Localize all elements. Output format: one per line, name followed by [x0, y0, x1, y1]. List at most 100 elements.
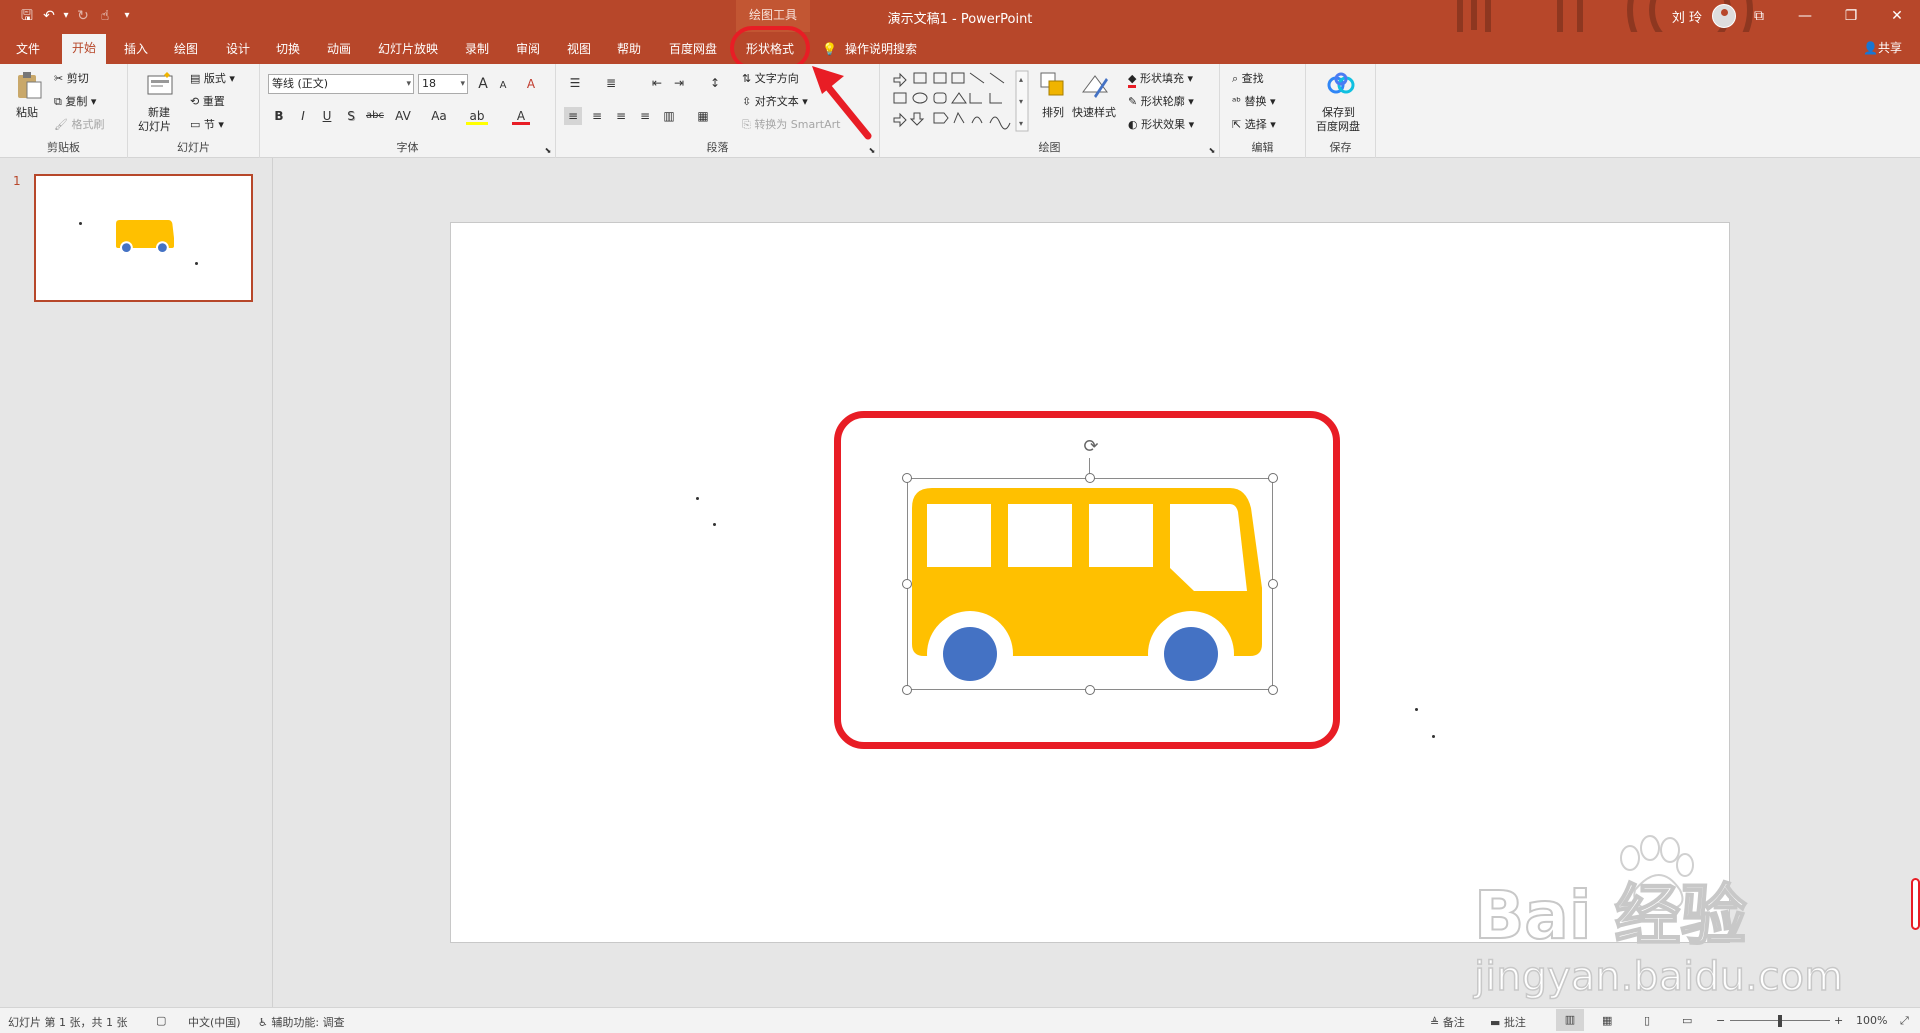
tab-design[interactable]: 设计	[226, 40, 250, 62]
change-case-icon[interactable]: Aa	[426, 107, 452, 125]
shape-outline-button[interactable]: ✎ 形状轮廓 ▾	[1128, 93, 1194, 109]
tab-slideshow[interactable]: 幻灯片放映	[378, 40, 438, 62]
arrange-button[interactable]: 排列	[1042, 104, 1064, 120]
resize-handle-top-left[interactable]	[902, 473, 912, 483]
highlight-color-icon[interactable]: ab	[466, 107, 488, 125]
tab-transitions[interactable]: 切换	[276, 40, 300, 62]
tab-home[interactable]: 开始	[62, 34, 107, 64]
tab-review[interactable]: 审阅	[516, 40, 540, 62]
save-to-line2[interactable]: 百度网盘	[1316, 118, 1360, 134]
section-button[interactable]: ▭ 节 ▾	[190, 116, 224, 132]
restore-icon[interactable]: ❐	[1828, 0, 1874, 32]
resize-handle-right[interactable]	[1268, 579, 1278, 589]
font-name-combo[interactable]: 等线 (正文)	[268, 74, 414, 94]
font-dialog-launcher-icon[interactable]: ⬊	[543, 146, 553, 156]
resize-handle-bottom[interactable]	[1085, 685, 1095, 695]
tab-draw[interactable]: 绘图	[174, 40, 198, 62]
new-slide-line2[interactable]: 幻灯片	[138, 118, 171, 134]
justify-icon[interactable]: ≡	[636, 107, 654, 125]
avatar[interactable]	[1712, 4, 1736, 28]
text-shadow-icon[interactable]: S	[342, 107, 360, 125]
align-center-icon[interactable]: ≡	[588, 107, 606, 125]
slide-thumbnail[interactable]	[34, 174, 253, 302]
format-painter-button[interactable]: 🖌 格式刷	[54, 116, 104, 132]
spell-check-icon[interactable]: ▢	[156, 1014, 166, 1027]
zoom-level[interactable]: 100%	[1856, 1014, 1887, 1027]
undo-icon[interactable]: ↶	[40, 7, 58, 25]
resize-handle-bottom-right[interactable]	[1268, 685, 1278, 695]
reading-view-icon[interactable]: ▯	[1644, 1014, 1650, 1027]
fit-to-window-icon[interactable]: ⤢	[1900, 1014, 1909, 1028]
drawing-dialog-launcher-icon[interactable]: ⬊	[1207, 146, 1217, 156]
reset-button[interactable]: ⟲ 重置	[190, 93, 225, 109]
tab-insert[interactable]: 插入	[124, 40, 148, 62]
tab-help[interactable]: 帮助	[617, 40, 641, 62]
new-slide-icon[interactable]	[145, 70, 175, 100]
font-size-combo[interactable]: 18	[418, 74, 468, 94]
cut-button[interactable]: ✂ 剪切	[54, 70, 89, 86]
customize-qat-icon[interactable]: ▾	[118, 7, 136, 25]
arrange-icon[interactable]	[1038, 70, 1068, 100]
character-spacing-icon[interactable]: AV	[390, 107, 416, 125]
find-button[interactable]: ⌕ 查找	[1232, 70, 1264, 86]
tab-file[interactable]: 文件	[16, 40, 40, 62]
minimize-icon[interactable]: —	[1782, 0, 1828, 32]
baidu-netdisk-icon[interactable]	[1326, 70, 1356, 100]
line-spacing-icon[interactable]: ↕	[704, 74, 726, 92]
columns-icon[interactable]: ▦	[692, 107, 714, 125]
scrollbar-thumb[interactable]	[1911, 878, 1920, 930]
rotate-handle-icon[interactable]: ⟳	[1080, 436, 1102, 458]
tab-baidu-netdisk[interactable]: 百度网盘	[669, 40, 717, 62]
accessibility-status[interactable]: ♿ 辅助功能: 调查	[258, 1014, 345, 1030]
paragraph-dialog-launcher-icon[interactable]: ⬊	[867, 146, 877, 156]
italic-icon[interactable]: I	[294, 107, 312, 125]
tab-animations[interactable]: 动画	[327, 40, 351, 62]
resize-handle-top[interactable]	[1085, 473, 1095, 483]
touch-mode-icon[interactable]: ☝	[96, 7, 114, 25]
paste-icon[interactable]	[14, 70, 44, 100]
layout-button[interactable]: ▤ 版式 ▾	[190, 70, 235, 86]
copy-button[interactable]: ⧉ 复制 ▾	[54, 93, 96, 109]
grow-font-icon[interactable]: A	[474, 75, 492, 93]
tab-record[interactable]: 录制	[465, 40, 489, 62]
numbering-icon[interactable]: ≣	[600, 74, 622, 92]
clear-format-icon[interactable]: A	[522, 75, 540, 93]
bullets-icon[interactable]: ☰	[564, 74, 586, 92]
bold-icon[interactable]: B	[270, 107, 288, 125]
align-text-button[interactable]: ⇳ 对齐文本 ▾	[742, 93, 808, 109]
undo-dropdown-icon[interactable]: ▾	[62, 7, 70, 25]
strikethrough-icon[interactable]: abc	[364, 107, 386, 125]
decrease-indent-icon[interactable]: ⇤	[648, 74, 666, 92]
resize-handle-bottom-left[interactable]	[902, 685, 912, 695]
shape-effects-button[interactable]: ◐ 形状效果 ▾	[1128, 116, 1194, 132]
resize-handle-left[interactable]	[902, 579, 912, 589]
share-button[interactable]: 👤共享	[1863, 39, 1902, 56]
zoom-out-button[interactable]: −	[1716, 1014, 1725, 1027]
font-color-icon[interactable]: A	[512, 107, 530, 125]
save-icon[interactable]: 🖫	[18, 7, 36, 25]
notes-button[interactable]: ≜ 备注	[1430, 1014, 1465, 1030]
resize-handle-top-right[interactable]	[1268, 473, 1278, 483]
comments-button[interactable]: ▬ 批注	[1490, 1014, 1526, 1030]
align-right-icon[interactable]: ≡	[612, 107, 630, 125]
paste-button[interactable]: 粘贴	[16, 104, 38, 120]
language-status[interactable]: 中文(中国)	[188, 1014, 241, 1030]
select-button[interactable]: ⇱ 选择 ▾	[1232, 116, 1276, 132]
underline-icon[interactable]: U	[318, 107, 336, 125]
zoom-slider-thumb[interactable]	[1778, 1015, 1782, 1027]
tell-me-search[interactable]: 💡 操作说明搜索	[822, 40, 917, 57]
increase-indent-icon[interactable]: ⇥	[670, 74, 688, 92]
text-direction-button[interactable]: ⇅ 文字方向	[742, 70, 799, 86]
normal-view-icon[interactable]: ▥	[1556, 1009, 1584, 1031]
quick-styles-button[interactable]: 快速样式	[1072, 104, 1116, 120]
user-name[interactable]: 刘 玲	[1672, 7, 1702, 26]
ribbon-display-icon[interactable]: ⧉	[1736, 0, 1782, 32]
redo-icon[interactable]: ↻	[74, 7, 92, 25]
tab-view[interactable]: 视图	[567, 40, 591, 62]
shape-fill-button[interactable]: ◆ 形状填充 ▾	[1128, 70, 1193, 88]
quick-styles-icon[interactable]	[1080, 70, 1110, 100]
shapes-gallery[interactable]: ▴ ▾ ▾	[890, 70, 1030, 132]
slideshow-view-icon[interactable]: ▭	[1682, 1014, 1692, 1027]
distributed-icon[interactable]: ▥	[660, 107, 678, 125]
close-icon[interactable]: ✕	[1874, 0, 1920, 32]
